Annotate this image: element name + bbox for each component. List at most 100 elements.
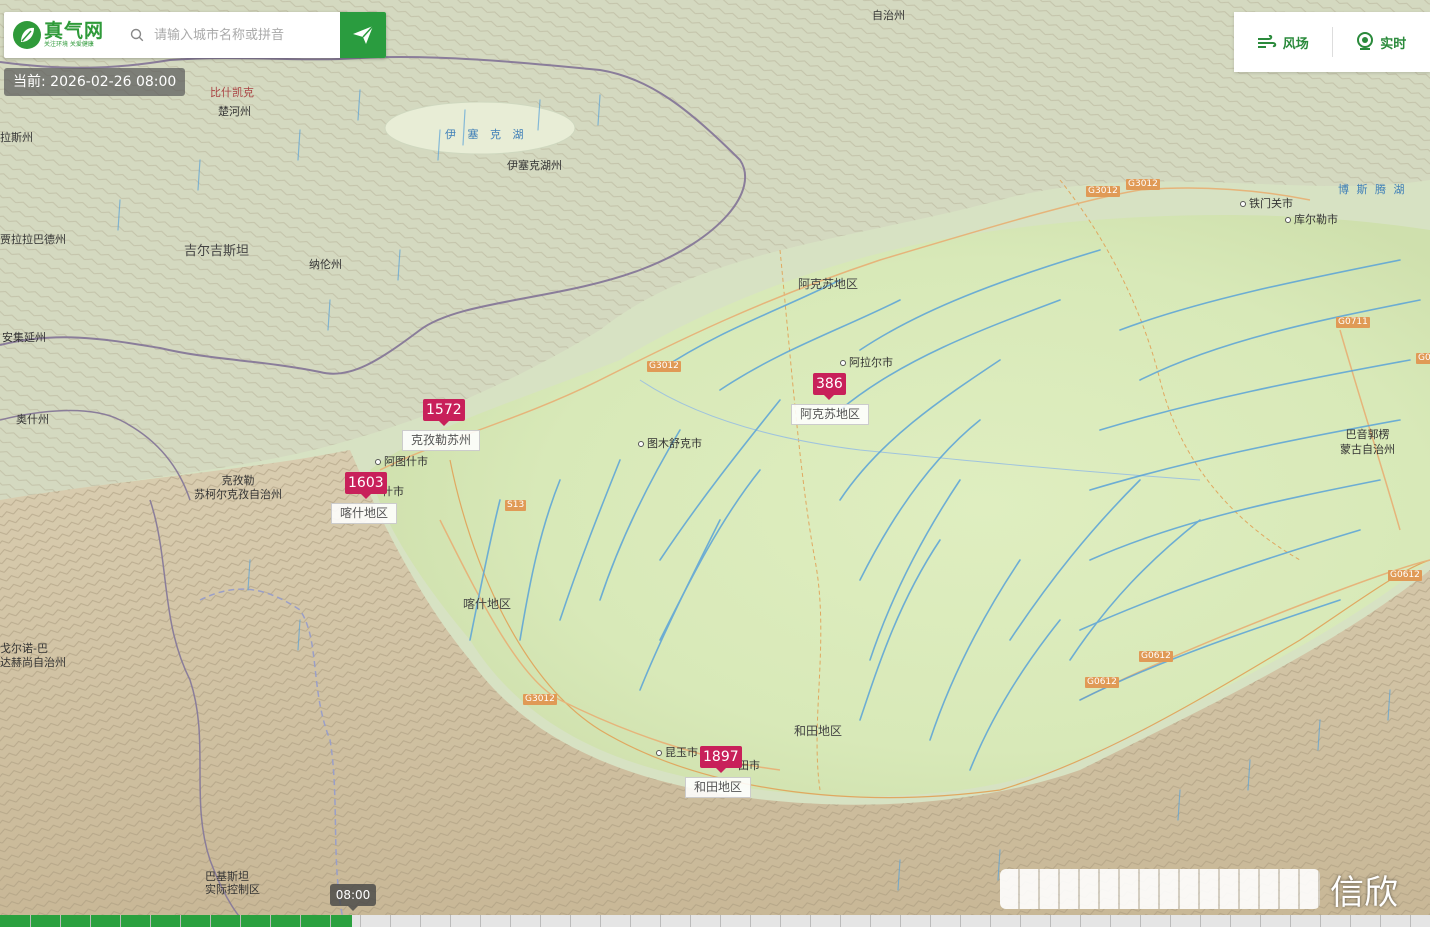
place-osh: 奥什州 (16, 413, 49, 426)
watermark-text: 信欣 (1330, 872, 1398, 913)
timeline-tick (1380, 915, 1381, 927)
place-chuhe: 楚河州 (218, 105, 251, 118)
timeline-tick (1410, 915, 1411, 927)
wind-icon (1257, 35, 1276, 48)
timeline-tick (660, 915, 661, 927)
timeline-tick (210, 915, 211, 927)
aqi-marker[interactable]: 386 (813, 373, 846, 400)
place-tumxuk: 图木舒克市 (638, 435, 702, 451)
place-kashmir: 巴基斯坦 实际控制区 (205, 870, 260, 896)
timeline-tick (180, 915, 181, 927)
place-kashgar-pref: 喀什地区 (463, 597, 512, 611)
place-aksu-pref: 阿克苏地区 (798, 277, 859, 291)
timeline-tick (630, 915, 631, 927)
road-shield: G3012 (523, 694, 557, 705)
place-korla: 库尔勒市 (1285, 211, 1338, 227)
timeline-tick (1320, 915, 1321, 927)
wind-field-button[interactable]: 风场 (1234, 12, 1332, 72)
timeline-tick (690, 915, 691, 927)
timeline-tick (810, 915, 811, 927)
timeline-tick (840, 915, 841, 927)
timeline-tick (990, 915, 991, 927)
place-top-region: 自治州 (872, 9, 905, 22)
marker-label[interactable]: 和田地区 (685, 777, 752, 798)
realtime-label: 实时 (1380, 36, 1407, 52)
road-shield: G0612 (1388, 570, 1422, 581)
logo-slogan: 关注环境 关爱健康 (44, 41, 94, 48)
place-kyrgyzstan: 吉尔吉斯坦 (184, 244, 250, 259)
timeline-bar[interactable] (0, 915, 1430, 927)
place-bosten-lake: 博 斯 腾 湖 (1338, 183, 1407, 196)
timeline-tick (930, 915, 931, 927)
aqi-marker[interactable]: 1603 (345, 472, 387, 499)
timeline-tick (750, 915, 751, 927)
timeline-tick (90, 915, 91, 927)
road-shield: G3012 (647, 361, 681, 372)
timeline-tick (30, 915, 31, 927)
search-submit-button[interactable] (340, 12, 386, 58)
place-issykkul-lake: 伊 塞 克 湖 (445, 128, 528, 141)
current-time-badge: 当前: 2026-02-26 08:00 (4, 68, 186, 96)
timeline-tick (240, 915, 241, 927)
timeline-tick (570, 915, 571, 927)
timeline-tick (780, 915, 781, 927)
timeline-tick (600, 915, 601, 927)
timeline-tick (1230, 915, 1231, 927)
place-kunyu: 昆玉市 (656, 744, 698, 760)
road-shield: G0711 (1336, 317, 1370, 328)
road-shield: G0612 (1139, 651, 1173, 662)
site-logo[interactable]: 真气网 关注环境 关爱健康 (4, 20, 122, 50)
timeline-tick (900, 915, 901, 927)
timeline-tick (1290, 915, 1291, 927)
road-shield: G3012 (1086, 186, 1120, 197)
aqi-marker[interactable]: 1897 (700, 746, 742, 773)
watermark-blur (1000, 869, 1320, 909)
marker-label[interactable]: 阿克苏地区 (791, 404, 870, 425)
location-pin-icon (1357, 32, 1374, 50)
road-shield: G3012 (1126, 179, 1160, 190)
timeline-tick (1200, 915, 1201, 927)
timeline-tick (1140, 915, 1141, 927)
timeline-tick (360, 915, 361, 927)
place-naryn: 纳伦州 (309, 258, 342, 271)
wind-field-label: 风场 (1282, 36, 1309, 52)
timeline-tick (1260, 915, 1261, 927)
timeline-tick (870, 915, 871, 927)
timeline-tick (1350, 915, 1351, 927)
timeline-tick (450, 915, 451, 927)
place-jalalabad: 贾拉拉巴德州 (0, 233, 66, 246)
place-talas: 拉斯州 (0, 131, 33, 144)
road-shield: G06 (1416, 353, 1430, 364)
timeline-tick (420, 915, 421, 927)
timeline-tick (390, 915, 391, 927)
timeline-tick (1020, 915, 1021, 927)
place-bayingol: 巴音郭楞 蒙古自治州 (1340, 428, 1395, 456)
timeline-tick (720, 915, 721, 927)
realtime-button[interactable]: 实时 (1333, 12, 1430, 72)
marker-label[interactable]: 克孜勒苏州 (402, 430, 481, 451)
timeline-tick (1110, 915, 1111, 927)
search-bar: 真气网 关注环境 关爱健康 (4, 12, 386, 58)
timeline-tick (1170, 915, 1171, 927)
aqi-marker[interactable]: 1572 (423, 399, 465, 426)
city-search-input[interactable] (152, 26, 336, 44)
timeline-tick (960, 915, 961, 927)
timeline-tick (510, 915, 511, 927)
timeline-pointer[interactable]: 08:00 (330, 884, 376, 911)
timeline-tick (1050, 915, 1051, 927)
paper-plane-icon (353, 25, 374, 44)
timeline-tick (60, 915, 61, 927)
search-icon (130, 28, 144, 42)
place-hotan-pref: 和田地区 (794, 724, 843, 738)
place-tiemenguan: 铁门关市 (1240, 195, 1293, 211)
timeline-tick (270, 915, 271, 927)
place-kizilsu: 克孜勒 苏柯尔克孜自治州 (194, 474, 282, 501)
timeline-tick (1080, 915, 1081, 927)
place-andijan: 安集延州 (2, 331, 46, 344)
place-gorno: 戈尔诺-巴 达赫尚自治州 (0, 642, 66, 669)
leaf-logo-icon (13, 21, 41, 49)
marker-label[interactable]: 喀什地区 (331, 503, 398, 524)
timeline-tick (540, 915, 541, 927)
layer-toggle-bar: 风场 实时 (1234, 12, 1430, 72)
place-issykkul-prov: 伊塞克湖州 (507, 159, 562, 172)
